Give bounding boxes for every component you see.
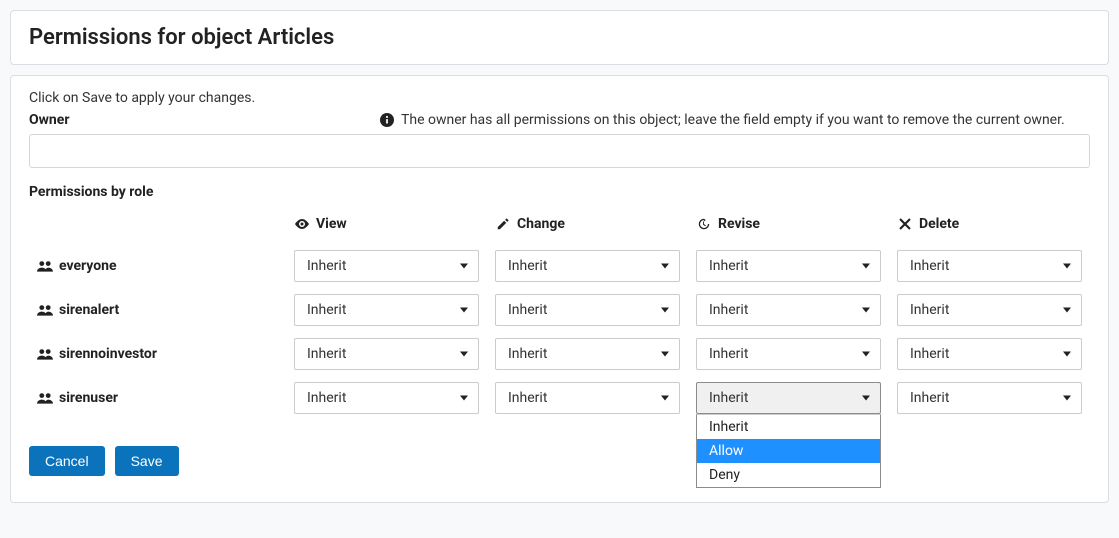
owner-row: Owner The owner has all permissions on t… [29, 112, 1090, 128]
chevron-down-icon [862, 308, 870, 313]
role-name: everyone [37, 258, 278, 274]
owner-help: The owner has all permissions on this ob… [379, 112, 1065, 128]
dropdown-option[interactable]: Allow [697, 439, 880, 463]
perm-select-delete[interactable]: Inherit [897, 250, 1082, 282]
col-delete: Delete [889, 210, 1090, 244]
perm-select-view[interactable]: Inherit [294, 250, 479, 282]
chevron-down-icon [1063, 396, 1071, 401]
owner-help-text: The owner has all permissions on this ob… [401, 112, 1065, 128]
save-hint: Click on Save to apply your changes. [29, 90, 1090, 106]
dropdown-option[interactable]: Inherit [697, 415, 880, 439]
chevron-down-icon [661, 396, 669, 401]
perm-select-delete[interactable]: Inherit [897, 338, 1082, 370]
perm-select-change[interactable]: Inherit [495, 382, 680, 414]
info-icon [379, 112, 395, 128]
chevron-down-icon [460, 308, 468, 313]
role-name: sirennoinvestor [37, 346, 278, 362]
chevron-down-icon [460, 264, 468, 269]
role-label: sirenalert [59, 302, 119, 318]
perm-select-change[interactable]: Inherit [495, 294, 680, 326]
perm-select-delete[interactable]: Inherit [897, 294, 1082, 326]
role-name: sirenuser [37, 390, 278, 406]
chevron-down-icon [460, 352, 468, 357]
pencil-icon [495, 216, 511, 232]
role-label: sirennoinvestor [59, 346, 157, 362]
button-row: Cancel Save [29, 446, 1090, 476]
perm-select-delete[interactable]: Inherit [897, 382, 1082, 414]
col-change: Change [487, 210, 688, 244]
dropdown-option[interactable]: Deny [697, 463, 880, 487]
perm-select-change[interactable]: Inherit [495, 338, 680, 370]
chevron-down-icon [1063, 308, 1071, 313]
table-row: everyone Inherit Inherit Inherit Inherit [29, 244, 1090, 288]
permissions-by-role-label: Permissions by role [29, 184, 1090, 200]
chevron-down-icon [1063, 352, 1071, 357]
perm-select-change[interactable]: Inherit [495, 250, 680, 282]
page-title: Permissions for object Articles [11, 11, 1108, 64]
perm-select-view[interactable]: Inherit [294, 294, 479, 326]
title-panel: Permissions for object Articles [10, 10, 1109, 65]
users-icon [37, 390, 53, 406]
permissions-panel: Click on Save to apply your changes. Own… [10, 75, 1109, 503]
cancel-button[interactable]: Cancel [29, 446, 105, 476]
col-revise: Revise [688, 210, 889, 244]
perm-select-revise[interactable]: Inherit [696, 382, 881, 414]
users-icon [37, 302, 53, 318]
history-icon [696, 216, 712, 232]
chevron-down-icon [460, 396, 468, 401]
perm-select-view[interactable]: Inherit [294, 382, 479, 414]
table-row: sirenalert Inherit Inherit Inherit Inherit [29, 288, 1090, 332]
owner-input[interactable] [29, 134, 1090, 168]
eye-icon [294, 216, 310, 232]
chevron-down-icon [862, 264, 870, 269]
role-name: sirenalert [37, 302, 278, 318]
perm-select-revise[interactable]: Inherit [696, 294, 881, 326]
chevron-down-icon [862, 352, 870, 357]
chevron-down-icon [661, 352, 669, 357]
chevron-down-icon [862, 396, 870, 401]
chevron-down-icon [661, 264, 669, 269]
perm-select-revise[interactable]: Inherit [696, 250, 881, 282]
dropdown-list: InheritAllowDeny [696, 414, 881, 488]
perm-select-revise[interactable]: Inherit [696, 338, 881, 370]
owner-label: Owner [29, 112, 379, 128]
perm-select-view[interactable]: Inherit [294, 338, 479, 370]
users-icon [37, 258, 53, 274]
permissions-table: View Change [29, 210, 1090, 420]
users-icon [37, 346, 53, 362]
chevron-down-icon [661, 308, 669, 313]
role-label: sirenuser [59, 390, 118, 406]
table-row: sirenuserInheritInheritInheritInheritAll… [29, 376, 1090, 420]
chevron-down-icon [1063, 264, 1071, 269]
save-button[interactable]: Save [115, 446, 179, 476]
role-label: everyone [59, 258, 117, 274]
x-icon [897, 216, 913, 232]
col-view: View [286, 210, 487, 244]
table-row: sirennoinvestor Inherit Inherit Inherit Inhe… [29, 332, 1090, 376]
